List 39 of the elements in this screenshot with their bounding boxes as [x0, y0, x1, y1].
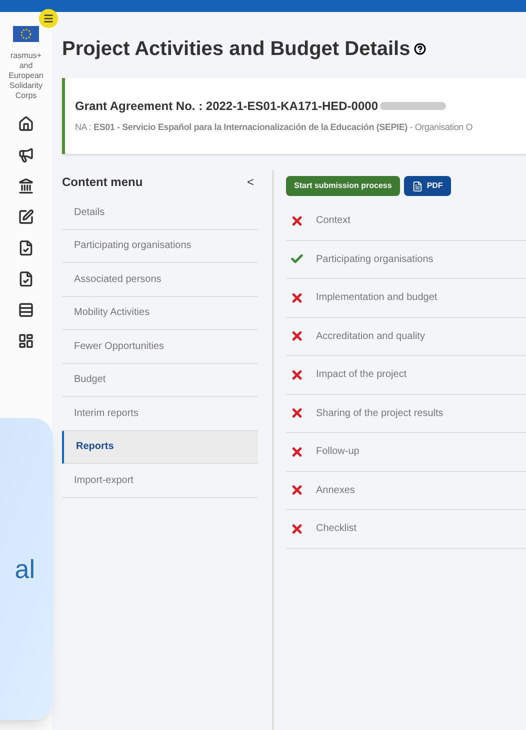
dashboard-icon[interactable]	[18, 333, 34, 349]
section-link[interactable]: Annexes	[316, 482, 355, 498]
document-icon[interactable]	[18, 240, 34, 256]
section-link[interactable]: Accreditation and quality	[316, 328, 425, 344]
flag-logo-icon	[13, 26, 39, 42]
blurred-text	[380, 102, 446, 110]
section-link[interactable]: Context	[316, 213, 350, 228]
home-icon[interactable]	[18, 116, 34, 132]
menu-item[interactable]: Participating organisations	[62, 230, 258, 263]
menu-item[interactable]: Details	[62, 196, 258, 230]
brand-text: rasmus+ and European Solidarity Corps	[8, 51, 44, 101]
menu-item[interactable]: Associated persons	[62, 263, 258, 296]
menu-item[interactable]: Reports	[62, 430, 258, 464]
bank-icon[interactable]	[18, 178, 34, 194]
section-link[interactable]: Sharing of the project results	[316, 406, 444, 421]
menu-item[interactable]: Budget	[62, 364, 258, 397]
megaphone-icon[interactable]	[18, 147, 34, 163]
document-icon[interactable]	[18, 271, 34, 287]
grant-number: Grant Agreement No. : 2022-1-ES01-KA171-HED-0000	[75, 98, 378, 116]
agency-text: NA : ES01 - Servicio Español para la Internacionalización de la Educación (SEPIE) - Organisation O	[75, 121, 474, 134]
collapse-button[interactable]: <	[246, 173, 254, 191]
section-link[interactable]: Implementation and budget	[316, 290, 438, 306]
submit-button[interactable]: Start submission process	[286, 176, 400, 196]
section-link[interactable]: Checklist	[316, 521, 357, 536]
pdf-button[interactable]: PDF	[404, 176, 451, 196]
content-menu-title: Content menu	[62, 174, 143, 191]
menu-item[interactable]: Import-export	[62, 464, 258, 498]
pdf-icon	[412, 180, 423, 192]
menu-item[interactable]: Fewer Opportunities	[62, 330, 258, 364]
list-icon[interactable]	[18, 302, 34, 318]
callout-text: al	[14, 552, 35, 586]
help-icon[interactable]	[414, 43, 426, 55]
edit-icon[interactable]	[18, 209, 34, 225]
section-link[interactable]: Impact of the project	[316, 367, 407, 382]
section-link[interactable]: Follow-up	[316, 444, 360, 460]
menu-icon	[43, 13, 54, 24]
menu-item[interactable]: Mobility Activities	[62, 296, 258, 330]
page-title: Project Activities and Budget Details	[62, 37, 410, 62]
section-link[interactable]: Participating organisations	[316, 252, 434, 267]
